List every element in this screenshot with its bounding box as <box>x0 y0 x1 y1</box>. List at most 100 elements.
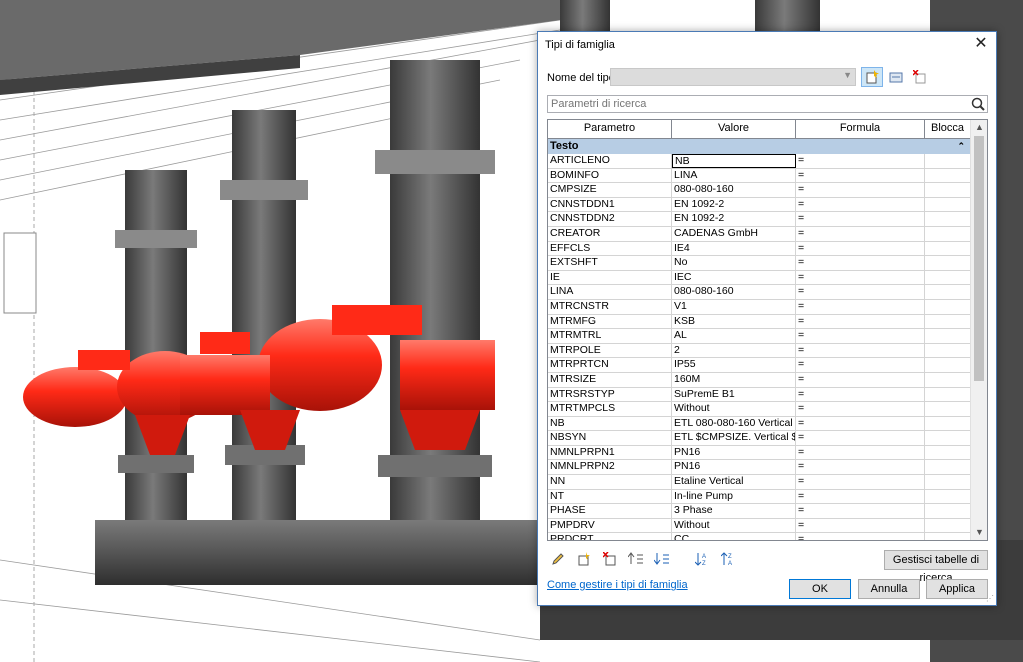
parameter-formula-cell[interactable]: = <box>796 533 925 540</box>
parameter-value-cell[interactable]: CC <box>672 533 796 540</box>
table-row[interactable]: CREATOR CADENAS GmbH = <box>548 226 971 242</box>
cancel-button[interactable]: Annulla <box>858 579 920 599</box>
column-formula[interactable]: Formula <box>796 120 925 138</box>
parameter-value-cell[interactable]: In-line Pump <box>672 489 796 504</box>
table-row[interactable]: ARTICLENO NB = <box>548 154 971 169</box>
parameter-formula-cell[interactable]: = <box>796 197 925 212</box>
table-row[interactable]: PHASE 3 Phase = <box>548 504 971 519</box>
parameter-lock-cell[interactable] <box>925 343 971 358</box>
parameter-value-cell[interactable]: PN16 <box>672 460 796 475</box>
sort-descending-button[interactable]: ZA <box>718 550 738 568</box>
table-row[interactable]: CMPSIZE 080-080-160 = <box>548 183 971 198</box>
parameter-value-cell[interactable]: SuPremE B1 <box>672 387 796 402</box>
parameter-formula-cell[interactable]: = <box>796 358 925 372</box>
parameter-value-cell[interactable]: IE4 <box>672 241 796 256</box>
collapse-icon[interactable]: ⌃ <box>957 139 965 154</box>
parameter-lock-cell[interactable] <box>925 387 971 402</box>
parameter-lock-cell[interactable] <box>925 241 971 256</box>
parameter-value-cell[interactable]: Without <box>672 518 796 533</box>
move-up-button[interactable] <box>626 550 646 568</box>
table-row[interactable]: EFFCLS IE4 = <box>548 241 971 257</box>
parameter-formula-cell[interactable]: = <box>796 270 925 285</box>
table-row[interactable]: CNNSTDDN2 EN 1092-2 = <box>548 212 971 227</box>
table-row[interactable]: MTRPRTCN IP55 = <box>548 358 971 373</box>
scroll-up-icon[interactable]: ▲ <box>975 122 984 132</box>
parameter-value-cell[interactable]: Without <box>672 402 796 416</box>
table-row[interactable]: MTRSIZE 160M = <box>548 372 971 388</box>
parameter-value-cell[interactable]: ETL 080-080-160 Vertical 11 <box>672 416 796 431</box>
table-row[interactable]: MTRMFG KSB = <box>548 314 971 330</box>
resize-grip-icon[interactable]: ⋰ <box>986 594 994 603</box>
table-row[interactable]: EXTSHFT No = <box>548 256 971 271</box>
table-row[interactable]: MTRCNSTR V1 = <box>548 299 971 315</box>
table-row[interactable]: MTRTMPCLS Without = <box>548 402 971 417</box>
table-row[interactable]: NB ETL 080-080-160 Vertical 11 = <box>548 416 971 432</box>
parameter-value-cell[interactable]: LINA <box>672 168 796 183</box>
parameter-value-cell[interactable]: EN 1092-2 <box>672 212 796 226</box>
parameter-lock-cell[interactable] <box>925 416 971 431</box>
table-row[interactable]: NMNLPRPN2 PN16 = <box>548 460 971 476</box>
move-down-button[interactable] <box>652 550 672 568</box>
delete-type-button[interactable] <box>909 67 931 87</box>
parameter-value-cell[interactable]: AL <box>672 329 796 343</box>
parameter-lock-cell[interactable] <box>925 270 971 285</box>
search-parameters-field[interactable] <box>547 95 988 113</box>
parameter-formula-cell[interactable]: = <box>796 343 925 358</box>
table-row[interactable]: IE IEC = <box>548 270 971 286</box>
table-row[interactable]: MTRSRSTYP SuPremE B1 = <box>548 387 971 403</box>
parameter-lock-cell[interactable] <box>925 518 971 533</box>
column-valore[interactable]: Valore <box>672 120 796 138</box>
search-icon[interactable] <box>971 97 985 114</box>
parameter-value-cell[interactable]: 160M <box>672 372 796 387</box>
parameter-lock-cell[interactable] <box>925 445 971 460</box>
parameter-formula-cell[interactable]: = <box>796 387 925 402</box>
parameter-formula-cell[interactable]: = <box>796 445 925 460</box>
apply-button[interactable]: Applica <box>926 579 988 599</box>
scroll-down-icon[interactable]: ▼ <box>975 527 984 537</box>
table-row[interactable]: BOMINFO LINA = <box>548 168 971 184</box>
delete-parameter-button[interactable] <box>600 550 620 568</box>
parameter-value-cell[interactable]: Etaline Vertical <box>672 475 796 489</box>
parameter-formula-cell[interactable]: = <box>796 168 925 183</box>
parameter-value-cell[interactable]: CADENAS GmbH <box>672 226 796 241</box>
scrollbar-thumb[interactable] <box>974 136 984 381</box>
manage-lookup-tables-button[interactable]: Gestisci tabelle di ricerca <box>884 550 988 584</box>
table-row[interactable]: PRDCRT CC = <box>548 533 971 540</box>
sort-ascending-button[interactable]: AZ <box>692 550 712 568</box>
parameter-value-cell[interactable]: 080-080-160 <box>672 285 796 299</box>
parameter-lock-cell[interactable] <box>925 212 971 226</box>
parameter-lock-cell[interactable] <box>925 314 971 329</box>
parameter-lock-cell[interactable] <box>925 183 971 197</box>
table-row[interactable]: PMPDRV Without = <box>548 518 971 534</box>
rename-type-button[interactable] <box>885 67 907 87</box>
table-row[interactable]: CNNSTDDN1 EN 1092-2 = <box>548 197 971 213</box>
parameter-lock-cell[interactable] <box>925 504 971 518</box>
edit-parameter-button[interactable] <box>548 550 568 568</box>
parameter-formula-cell[interactable]: = <box>796 256 925 270</box>
parameter-formula-cell[interactable]: = <box>796 241 925 256</box>
parameter-value-cell[interactable]: IEC <box>672 270 796 285</box>
parameter-lock-cell[interactable] <box>925 489 971 504</box>
parameter-formula-cell[interactable]: = <box>796 154 925 168</box>
table-row[interactable]: NN Etaline Vertical = <box>548 475 971 490</box>
parameter-lock-cell[interactable] <box>925 197 971 212</box>
parameter-formula-cell[interactable]: = <box>796 372 925 387</box>
parameter-formula-cell[interactable]: = <box>796 226 925 241</box>
table-row[interactable]: LINA 080-080-160 = <box>548 285 971 300</box>
parameter-formula-cell[interactable]: = <box>796 402 925 416</box>
parameter-formula-cell[interactable]: = <box>796 489 925 504</box>
parameter-lock-cell[interactable] <box>925 460 971 475</box>
parameter-formula-cell[interactable]: = <box>796 416 925 431</box>
parameter-value-cell[interactable]: 080-080-160 <box>672 183 796 197</box>
parameter-lock-cell[interactable] <box>925 402 971 416</box>
parameter-lock-cell[interactable] <box>925 475 971 489</box>
parameter-lock-cell[interactable] <box>925 358 971 372</box>
parameter-formula-cell[interactable]: = <box>796 504 925 518</box>
column-blocca[interactable]: Blocca <box>925 120 971 138</box>
parameter-value-cell[interactable]: NB <box>672 154 796 168</box>
parameter-formula-cell[interactable]: = <box>796 212 925 226</box>
group-header-testo[interactable]: Testo ⌃ <box>548 139 971 154</box>
parameter-formula-cell[interactable]: = <box>796 431 925 445</box>
parameter-lock-cell[interactable] <box>925 372 971 387</box>
table-row[interactable]: NT In-line Pump = <box>548 489 971 505</box>
